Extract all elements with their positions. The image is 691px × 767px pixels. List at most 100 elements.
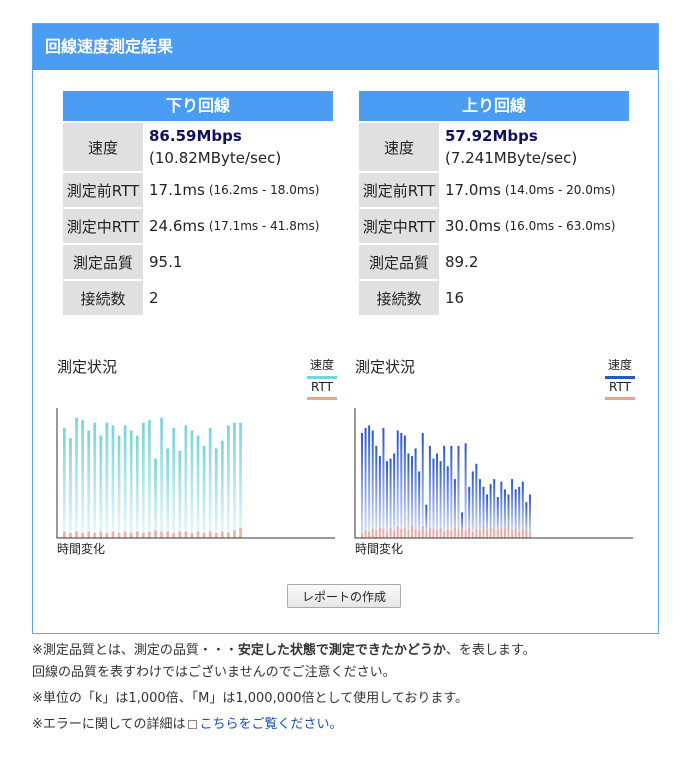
download-title: 下り回線 <box>63 91 333 121</box>
legend-rtt-swatch <box>307 397 337 400</box>
error-details-link[interactable]: こちらをご覧ください。 <box>200 717 343 732</box>
speed-bar <box>160 417 163 538</box>
rtt-bar <box>361 532 363 538</box>
speed-bar <box>233 422 236 538</box>
speed-bar <box>227 425 230 538</box>
download-rtt-during-range: (17.1ms - 41.8ms) <box>208 219 320 233</box>
rtt-bar <box>468 527 471 538</box>
download-connections: 2 <box>149 289 159 307</box>
rtt-bar <box>511 530 514 538</box>
panel-title: 回線速度測定結果 <box>33 24 658 70</box>
speed-bar <box>166 448 170 538</box>
speed-bar <box>368 425 371 538</box>
upload-quality: 89.2 <box>445 253 479 271</box>
speed-bar <box>184 425 188 538</box>
rtt-bar <box>418 530 421 538</box>
download-rtt-before: 17.1ms <box>149 181 205 199</box>
rtt-bar <box>489 527 492 538</box>
speed-bar <box>63 427 66 538</box>
speed-bar <box>418 471 421 538</box>
rtt-bar <box>486 530 489 538</box>
download-speed-row: 速度 86.59Mbps (10.82MByte/sec) <box>63 123 333 171</box>
chart-axes <box>56 408 335 539</box>
speed-bar <box>214 448 218 538</box>
rtt-bar <box>414 529 417 538</box>
legend-speed: 速度 <box>307 356 337 379</box>
speed-bar <box>371 430 374 538</box>
upload-rtt-before-row: 測定前RTT 17.0ms (14.0ms - 20.0ms) <box>359 173 629 207</box>
external-link-icon <box>187 720 197 729</box>
upload-title: 上り回線 <box>359 91 629 121</box>
upload-speed-mbyte: (7.241MByte/sec) <box>445 149 578 167</box>
upload-rtt-before-range: (14.0ms - 20.0ms) <box>504 183 616 197</box>
rtt-bar <box>378 527 381 538</box>
rtt-bar <box>482 526 485 538</box>
quality-label: 測定品質 <box>359 245 439 279</box>
download-plot <box>56 408 335 539</box>
rtt-bar <box>178 531 182 538</box>
upload-rtt-during-row: 測定中RTT 30.0ms (16.0ms - 63.0ms) <box>359 209 629 243</box>
upload-rtt-before: 17.0ms <box>445 181 501 199</box>
rtt-bar <box>382 529 385 538</box>
rtt-bar <box>214 532 218 538</box>
rtt-bar <box>436 530 439 538</box>
speed-bar <box>382 427 385 538</box>
rtt-bar <box>446 529 449 538</box>
speed-bar <box>400 433 403 538</box>
rtt-bar <box>172 532 176 538</box>
download-rtt-before-range: (16.2ms - 18.0ms) <box>208 183 320 197</box>
rtt-bar <box>190 532 194 538</box>
upload-rtt-during-range: (16.0ms - 63.0ms) <box>504 219 616 233</box>
speed-bar <box>75 417 78 538</box>
speed-bar <box>69 438 72 538</box>
x-axis-label: 時間変化 <box>57 542 106 556</box>
note-units: ※単位の「k」は1,000倍、「M」は1,000,000倍として使用しております… <box>32 691 469 706</box>
create-report-button[interactable]: レポートの作成 <box>287 584 401 608</box>
download-quality-row: 測定品質 95.1 <box>63 245 333 279</box>
speed-bar <box>478 479 481 538</box>
speed-bar <box>111 425 115 538</box>
rtt-bar <box>396 526 399 538</box>
rtt-bar <box>93 532 97 538</box>
download-rtt-during-row: 測定中RTT 24.6ms (17.1ms - 41.8ms) <box>63 209 333 243</box>
rtt-bar <box>518 531 521 538</box>
rtt-bar <box>75 531 78 538</box>
rtt-during-label: 測定中RTT <box>63 209 143 243</box>
speed-bar <box>220 440 224 538</box>
note-errors: ※エラーに関しての詳細は こちらをご覧ください。 <box>32 717 343 732</box>
rtt-bar <box>425 531 428 538</box>
connections-label: 接続数 <box>63 281 143 315</box>
speed-bar <box>196 435 200 538</box>
rtt-bar <box>403 527 406 538</box>
rtt-bar <box>141 532 145 538</box>
speed-bar <box>190 430 194 538</box>
speed-bar <box>464 443 467 538</box>
speed-bar <box>421 433 424 538</box>
upload-connections-row: 接続数 16 <box>359 281 629 315</box>
legend-speed: 速度 <box>605 356 635 379</box>
rtt-bar <box>514 527 517 538</box>
legend-rtt: RTT <box>307 380 337 400</box>
speed-bar <box>432 458 435 538</box>
speed-bar <box>457 445 460 538</box>
rtt-bar <box>196 531 200 538</box>
speed-bar <box>202 445 206 538</box>
rtt-bar <box>63 531 66 538</box>
speed-bar <box>105 422 109 538</box>
speed-bar <box>518 486 521 538</box>
rtt-bar <box>478 530 481 538</box>
rtt-bar <box>166 531 170 538</box>
download-results: 下り回線 速度 86.59Mbps (10.82MByte/sec) 測定前RT… <box>63 91 333 317</box>
speed-bar <box>511 479 514 538</box>
rtt-bar <box>154 530 157 538</box>
rtt-bar <box>400 529 403 538</box>
legend-rtt-label: RTT <box>609 380 631 394</box>
speed-bar <box>528 494 531 538</box>
rtt-bar <box>239 527 242 538</box>
download-speed-mbyte: (10.82MByte/sec) <box>149 149 282 167</box>
speed-label: 速度 <box>359 123 439 171</box>
legend-speed-label: 速度 <box>607 358 632 372</box>
rtt-bar <box>450 530 453 538</box>
rtt-bar <box>453 527 456 538</box>
rtt-during-label: 測定中RTT <box>359 209 439 243</box>
